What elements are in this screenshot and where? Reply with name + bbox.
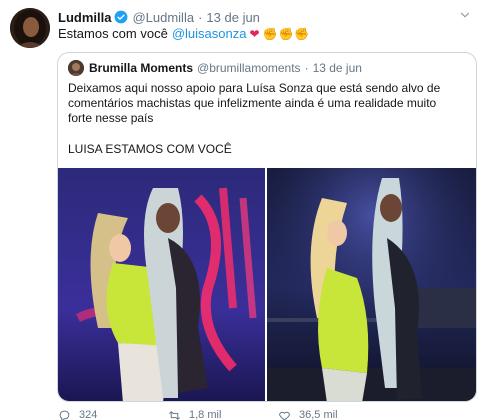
quoted-separator: · xyxy=(304,61,309,75)
quoted-text-line: LUISA ESTAMOS COM VOCÊ xyxy=(68,142,232,156)
quoted-author-name: Brumilla Moments xyxy=(89,61,194,75)
quoted-tweet[interactable]: Brumilla Moments @brumillamoments · 13 d… xyxy=(57,52,477,402)
quoted-text-line: comentários machistas que infelizmente a… xyxy=(68,96,437,110)
quoted-photos xyxy=(58,168,476,401)
like-count: 36,5 mil xyxy=(299,409,338,420)
tweet-actions: 324 1,8 mil 36,5 mil xyxy=(58,408,388,420)
photo-concert-stage-right[interactable] xyxy=(267,168,476,401)
author-avatar[interactable] xyxy=(10,8,50,48)
quoted-text-line: forte nesse país xyxy=(68,111,154,125)
like-button[interactable]: 36,5 mil xyxy=(278,408,388,420)
tweet-header: Ludmilla @Ludmilla · 13 de jun xyxy=(58,8,260,26)
tweet[interactable]: Ludmilla @Ludmilla · 13 de jun Estamos c… xyxy=(0,0,484,420)
reply-icon xyxy=(59,410,70,420)
heart-emoji: ❤ xyxy=(249,27,260,41)
retweet-count: 1,8 mil xyxy=(189,409,222,420)
separator: · xyxy=(198,9,203,25)
quoted-date: 13 de jun xyxy=(312,61,362,75)
reply-button[interactable]: 324 xyxy=(58,408,168,420)
tweet-text: Estamos com você @luisasonza ❤ ✊✊✊ xyxy=(58,25,310,43)
author-name[interactable]: Ludmilla xyxy=(58,10,111,25)
quoted-author-handle: @brumillamoments xyxy=(197,61,301,75)
mention-link[interactable]: @luisasonza xyxy=(172,25,247,43)
tweet-date[interactable]: 13 de jun xyxy=(206,10,260,25)
retweet-icon xyxy=(169,410,180,420)
verified-badge-icon xyxy=(114,10,128,24)
quoted-tweet-header: Brumilla Moments @brumillamoments · 13 d… xyxy=(68,59,362,77)
chevron-down-icon[interactable] xyxy=(458,8,472,22)
raised-fist-emoji: ✊✊✊ xyxy=(262,27,311,41)
reply-count: 324 xyxy=(79,409,98,420)
tweet-text-body: Estamos com você xyxy=(58,26,168,41)
photo-concert-stage-left[interactable] xyxy=(58,168,265,401)
author-handle[interactable]: @Ludmilla xyxy=(132,10,194,25)
quoted-tweet-text: Deixamos aqui nosso apoio para Luísa Son… xyxy=(68,81,468,126)
quoted-text-line: Deixamos aqui nosso apoio para Luísa Son… xyxy=(68,81,441,95)
retweet-button[interactable]: 1,8 mil xyxy=(168,408,278,420)
quoted-author-avatar xyxy=(68,60,84,76)
heart-icon xyxy=(279,411,290,420)
